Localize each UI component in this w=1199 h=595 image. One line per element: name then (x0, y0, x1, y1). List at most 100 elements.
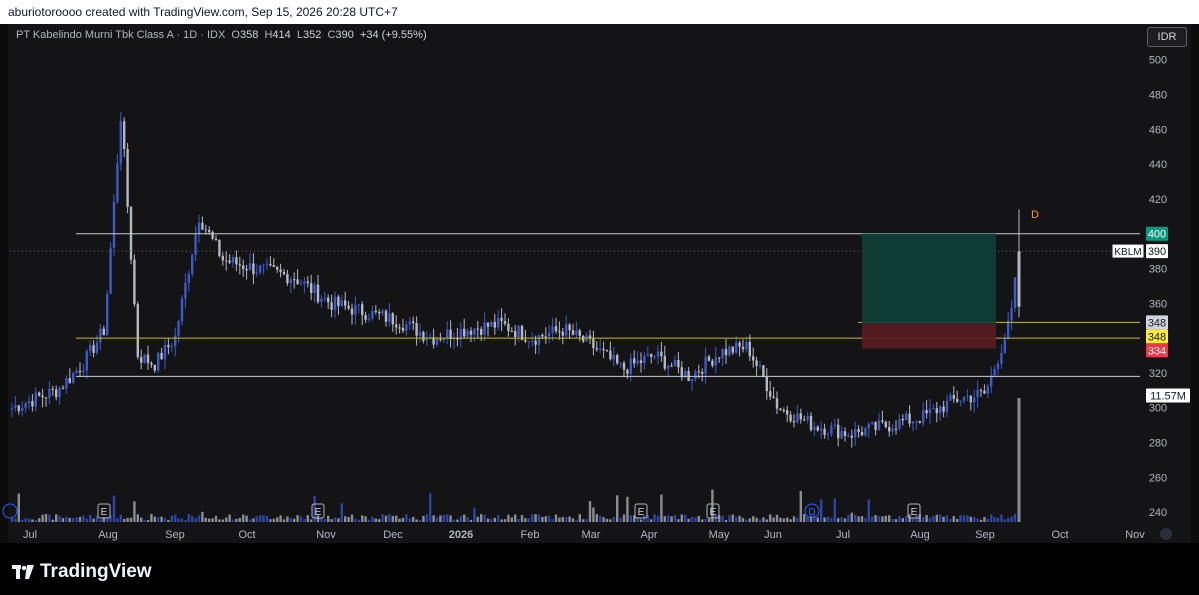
candle-body (112, 201, 116, 248)
candle-body (775, 398, 779, 409)
x-tick-label: Apr (640, 529, 657, 541)
volume-bar (218, 519, 221, 522)
volume-bar (452, 519, 456, 522)
volume-bar (993, 517, 996, 522)
volume-bar (490, 518, 493, 522)
candle-body (816, 426, 819, 431)
volume-bar (449, 515, 452, 522)
volume-bar (228, 514, 231, 522)
candle-body (469, 330, 473, 335)
volume-bar (255, 516, 258, 522)
candle-body (446, 329, 449, 339)
volume-bar (956, 518, 959, 522)
candle-body (473, 328, 476, 335)
candle-body (728, 346, 731, 356)
volume-bar (520, 515, 524, 522)
candle-body (252, 263, 255, 274)
candle-body (55, 389, 58, 398)
volume-bar (969, 516, 972, 522)
volume-bar (429, 493, 432, 522)
volume-bar (537, 514, 541, 522)
volume-bar (41, 514, 44, 522)
price-chart[interactable]: 5004804604404204003803603403203002802602… (0, 0, 1199, 543)
volume-bar (425, 514, 428, 522)
candle-body (561, 331, 564, 336)
candle-body (935, 408, 938, 414)
volume-bar (170, 515, 173, 522)
y-tick-label: 320 (1149, 368, 1167, 380)
candle-body (983, 390, 986, 394)
volume-bar (418, 519, 422, 522)
candle-body (140, 357, 143, 363)
candle-body (85, 351, 88, 371)
volume-bar (735, 517, 738, 522)
volume-bar (55, 514, 58, 522)
candle-body (881, 420, 884, 422)
volume-bar (772, 517, 775, 522)
volume-bar (565, 517, 568, 522)
candle-body (378, 311, 381, 314)
candle-body (544, 336, 547, 338)
volume-bar (860, 516, 864, 522)
candle-body (857, 429, 860, 433)
volume-bar (72, 518, 75, 522)
volume-bar (500, 519, 503, 522)
volume-bar (850, 512, 853, 522)
volume-bar (973, 517, 976, 522)
candle-body (653, 356, 656, 358)
volume-bar (622, 514, 626, 522)
volume-bar (803, 514, 806, 522)
candle-body (847, 435, 850, 437)
open-label: O (231, 29, 240, 41)
currency-button[interactable]: IDR (1147, 27, 1187, 47)
candle-body (279, 269, 282, 272)
candle-body (735, 342, 738, 353)
candle-body (612, 354, 615, 360)
candle-body (333, 296, 337, 310)
tradingview-logo[interactable]: TradingView (12, 561, 152, 583)
candle-body (524, 339, 527, 342)
low-value: 352 (303, 29, 322, 41)
candle-body (327, 297, 330, 303)
candle-body (837, 424, 840, 439)
volume-bar (432, 515, 435, 522)
volume-bar (558, 517, 561, 522)
candle-body (398, 327, 401, 329)
candle-body (575, 330, 578, 335)
candle-body (527, 341, 530, 343)
volume-bar (174, 514, 177, 522)
volume-bar (884, 515, 887, 522)
volume-bar (303, 518, 306, 522)
candle-body (690, 379, 694, 382)
volume-bar (524, 518, 527, 522)
y-tick-label: 360 (1149, 298, 1167, 310)
candle-body (41, 395, 44, 398)
candle-body (61, 387, 65, 389)
candle-body (262, 264, 265, 266)
volume-bar (551, 519, 554, 522)
candle-body (418, 332, 422, 336)
x-tick-label: Nov (316, 529, 336, 541)
candle-body (486, 322, 490, 327)
volume-bar (925, 515, 928, 522)
volume-bar (854, 514, 857, 522)
candle-body (578, 330, 581, 336)
y-tick-label: 280 (1149, 437, 1167, 449)
volume-bar (874, 515, 877, 522)
candle-body (265, 263, 269, 265)
candle-body (235, 257, 238, 265)
candle-body (371, 310, 374, 319)
candle-body (629, 358, 632, 374)
volume-bar (323, 519, 326, 522)
candle-body (942, 406, 945, 412)
candle-body (962, 396, 966, 401)
volume-bar (531, 514, 534, 522)
volume-bar (401, 517, 405, 522)
candle-body (269, 263, 272, 266)
volume-bar (310, 519, 313, 522)
volume-bar (609, 519, 612, 522)
volume-bar (843, 518, 847, 522)
candle-body (24, 403, 27, 408)
candle-body (65, 378, 68, 389)
volume-bar (677, 519, 680, 522)
